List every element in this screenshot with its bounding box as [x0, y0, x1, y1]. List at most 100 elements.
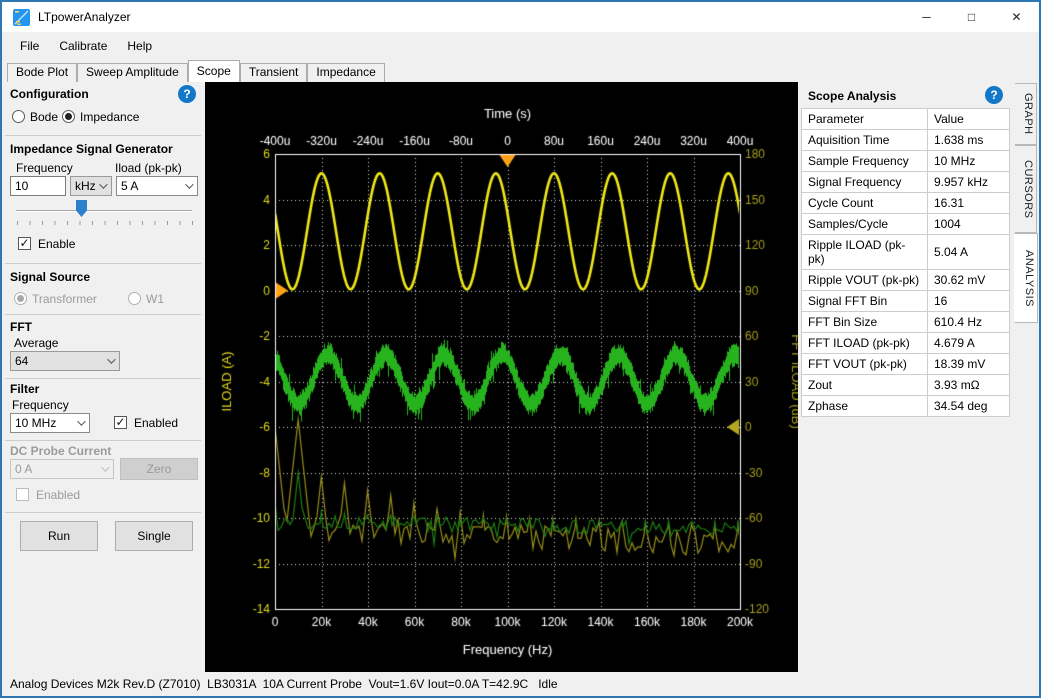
parameter-cell: Cycle Count	[802, 193, 928, 214]
average-select[interactable]: 64	[10, 351, 120, 371]
table-row: FFT ILOAD (pk-pk) 4.679 A	[802, 333, 1010, 354]
tab-scope[interactable]: Scope	[188, 60, 240, 82]
frequency-input[interactable]	[10, 176, 66, 196]
w1-radio-label: W1	[146, 292, 164, 306]
menu-calibrate[interactable]: Calibrate	[49, 33, 117, 59]
average-label: Average	[14, 336, 58, 350]
parameter-cell: Samples/Cycle	[802, 214, 928, 235]
window-title: LTpowerAnalyzer	[38, 10, 130, 24]
table-row: Zout 3.93 mΩ	[802, 375, 1010, 396]
filter-title: Filter	[10, 382, 39, 396]
enable-checkbox[interactable]: ✓	[18, 237, 31, 250]
dc-probe-select: 0 A	[10, 459, 114, 479]
filter-enabled-checkbox[interactable]: ✓	[114, 416, 127, 429]
chevron-down-icon	[101, 463, 109, 471]
menu-file[interactable]: File	[10, 33, 49, 59]
filter-frequency-value: 10 MHz	[15, 416, 56, 430]
dc-probe-enabled-label: Enabled	[36, 488, 80, 502]
separator	[5, 512, 201, 513]
tab-bode-plot[interactable]: Bode Plot	[7, 63, 77, 82]
side-tab-analysis[interactable]: ANALYSIS	[1014, 233, 1038, 323]
impedance-radio-label: Impedance	[80, 110, 139, 124]
minimize-button[interactable]: ─	[904, 2, 949, 32]
parameter-cell: Zout	[802, 375, 928, 396]
value-cell: 3.93 mΩ	[928, 375, 1010, 396]
separator	[5, 263, 201, 264]
parameter-cell: Aquisition Time	[802, 130, 928, 151]
generator-title: Impedance Signal Generator	[10, 142, 173, 156]
single-button[interactable]: Single	[115, 521, 193, 551]
value-cell: 16	[928, 291, 1010, 312]
parameter-cell: Ripple VOUT (pk-pk)	[802, 270, 928, 291]
chevron-down-icon	[77, 417, 85, 425]
run-button[interactable]: Run	[20, 521, 98, 551]
value-cell: 5.04 A	[928, 235, 1010, 270]
value-cell: 610.4 Hz	[928, 312, 1010, 333]
value-cell: 1004	[928, 214, 1010, 235]
window-controls: ─ □ ✕	[904, 2, 1039, 32]
tab-transient[interactable]: Transient	[240, 63, 308, 82]
side-tab-strip: GRAPH CURSORS ANALYSIS	[1014, 82, 1039, 672]
tab-impedance[interactable]: Impedance	[307, 63, 384, 82]
table-row: Ripple ILOAD (pk-pk) 5.04 A	[802, 235, 1010, 270]
signal-source-title: Signal Source	[10, 270, 90, 284]
value-cell: 30.62 mV	[928, 270, 1010, 291]
separator	[5, 378, 201, 379]
filter-frequency-label: Frequency	[12, 398, 69, 412]
menu-help[interactable]: Help	[117, 33, 162, 59]
column-value: Value	[928, 109, 1010, 130]
iload-select[interactable]: 5 A	[116, 176, 198, 196]
parameter-cell: FFT VOUT (pk-pk)	[802, 354, 928, 375]
frequency-slider-handle[interactable]	[76, 200, 87, 217]
table-row: Signal FFT Bin 16	[802, 291, 1010, 312]
table-row: Samples/Cycle 1004	[802, 214, 1010, 235]
iload-value: 5 A	[121, 179, 138, 193]
scope-plot[interactable]	[205, 82, 798, 672]
frequency-unit-value: kHz	[75, 179, 96, 193]
w1-radio	[128, 292, 141, 305]
parameter-cell: Ripple ILOAD (pk-pk)	[802, 235, 928, 270]
zero-button: Zero	[120, 458, 198, 480]
enable-checkbox-label: Enable	[38, 237, 75, 251]
parameter-cell: Signal FFT Bin	[802, 291, 928, 312]
analysis-help-icon[interactable]: ?	[985, 86, 1003, 104]
app-icon	[13, 9, 30, 26]
table-row: Sample Frequency 10 MHz	[802, 151, 1010, 172]
value-cell: 4.679 A	[928, 333, 1010, 354]
transformer-radio	[14, 292, 27, 305]
table-row: FFT Bin Size 610.4 Hz	[802, 312, 1010, 333]
parameter-cell: Zphase	[802, 396, 928, 417]
value-cell: 34.54 deg	[928, 396, 1010, 417]
app-window: LTpowerAnalyzer ─ □ ✕ File Calibrate Hel…	[0, 0, 1041, 698]
table-header-row: Parameter Value	[802, 109, 1010, 130]
frequency-label: Frequency	[16, 161, 73, 175]
side-tab-cursors[interactable]: CURSORS	[1015, 145, 1037, 233]
value-cell: 9.957 kHz	[928, 172, 1010, 193]
transformer-radio-label: Transformer	[32, 292, 97, 306]
tab-strip: Bode Plot Sweep Amplitude Scope Transien…	[2, 60, 1039, 82]
parameter-cell: FFT Bin Size	[802, 312, 928, 333]
tab-sweep-amplitude[interactable]: Sweep Amplitude	[77, 63, 188, 82]
menu-bar: File Calibrate Help	[2, 32, 1039, 60]
side-tab-graph[interactable]: GRAPH	[1015, 83, 1037, 145]
configuration-title: Configuration	[10, 87, 89, 101]
iload-label: Iload (pk-pk)	[115, 161, 182, 175]
analysis-panel-title: Scope Analysis	[808, 89, 896, 103]
frequency-slider[interactable]	[16, 210, 192, 212]
value-cell: 10 MHz	[928, 151, 1010, 172]
parameter-cell: FFT ILOAD (pk-pk)	[802, 333, 928, 354]
configuration-help-icon[interactable]: ?	[178, 85, 196, 103]
table-row: Cycle Count 16.31	[802, 193, 1010, 214]
status-text: Analog Devices M2k Rev.D (Z7010) LB3031A…	[2, 677, 558, 691]
dc-probe-title: DC Probe Current	[10, 444, 111, 458]
bode-radio[interactable]	[12, 110, 25, 123]
close-button[interactable]: ✕	[994, 2, 1039, 32]
separator	[5, 440, 201, 441]
frequency-unit-select[interactable]: kHz	[70, 176, 112, 196]
analysis-table: Parameter Value Aquisition Time 1.638 ms…	[801, 108, 1010, 417]
impedance-radio[interactable]	[62, 110, 75, 123]
table-row: Aquisition Time 1.638 ms	[802, 130, 1010, 151]
parameter-cell: Signal Frequency	[802, 172, 928, 193]
maximize-button[interactable]: □	[949, 2, 994, 32]
filter-frequency-select[interactable]: 10 MHz	[10, 413, 90, 433]
